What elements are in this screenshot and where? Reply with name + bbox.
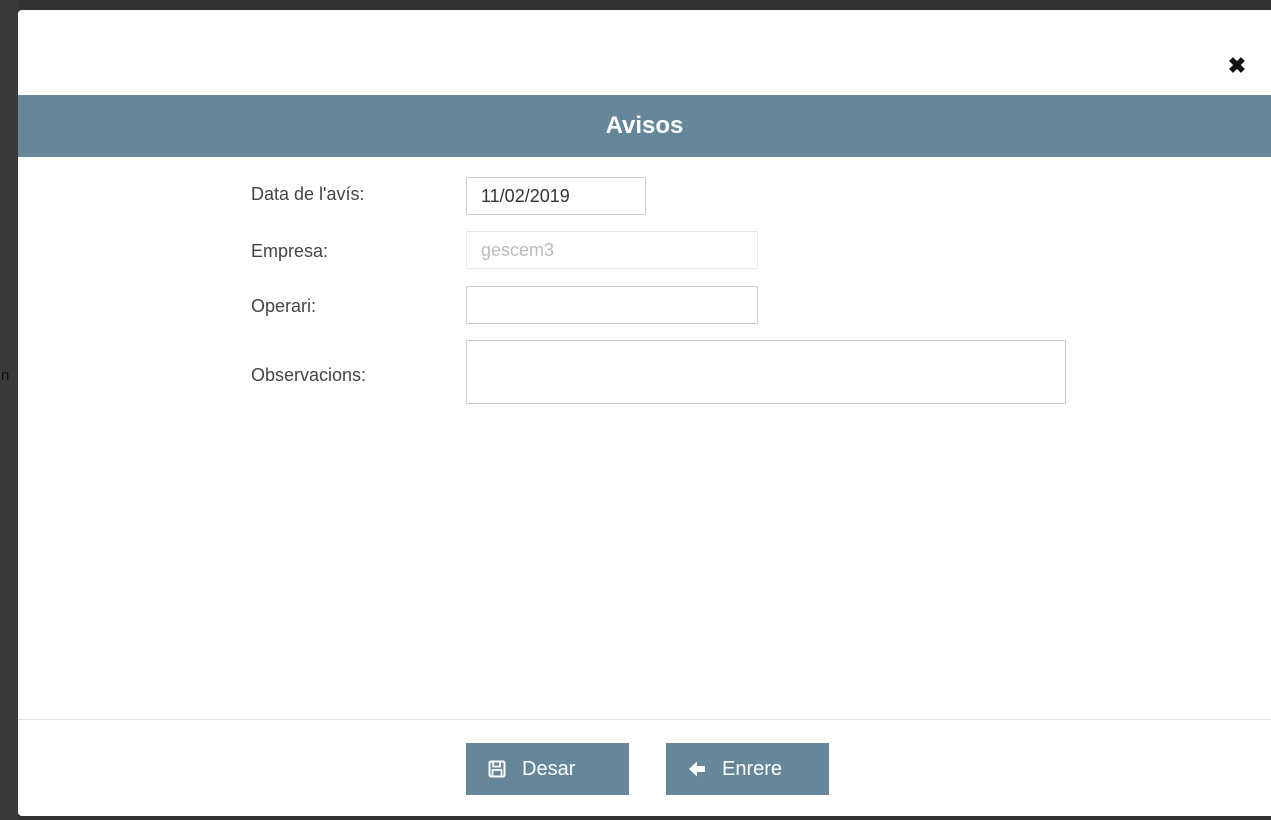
close-icon[interactable]: ✖: [1227, 54, 1247, 78]
avisos-modal: ✖ Avisos Data de l'avís: Empresa: Operar…: [18, 10, 1271, 816]
observations-label: Observacions:: [251, 365, 367, 385]
operator-input[interactable]: [466, 286, 758, 324]
company-label: Empresa:: [251, 241, 329, 261]
back-button-label: Enrere: [722, 757, 783, 780]
back-button[interactable]: Enrere: [666, 743, 829, 795]
page-backdrop: [0, 0, 18, 820]
notice-date-input[interactable]: [466, 177, 646, 215]
operator-label: Operari:: [251, 296, 317, 316]
company-input: [466, 231, 758, 269]
arrow-left-icon: [686, 758, 708, 780]
observations-textarea[interactable]: [466, 340, 1066, 404]
save-button[interactable]: Desar: [466, 743, 629, 795]
save-button-label: Desar: [522, 757, 576, 780]
floppy-disk-icon: [486, 758, 508, 780]
modal-title: Avisos: [605, 112, 684, 139]
notice-date-label: Data de l'avís:: [251, 184, 365, 204]
footer-divider: [18, 719, 1271, 720]
background-text-fragment: n: [1, 367, 10, 384]
modal-title-bar: Avisos: [18, 95, 1271, 157]
